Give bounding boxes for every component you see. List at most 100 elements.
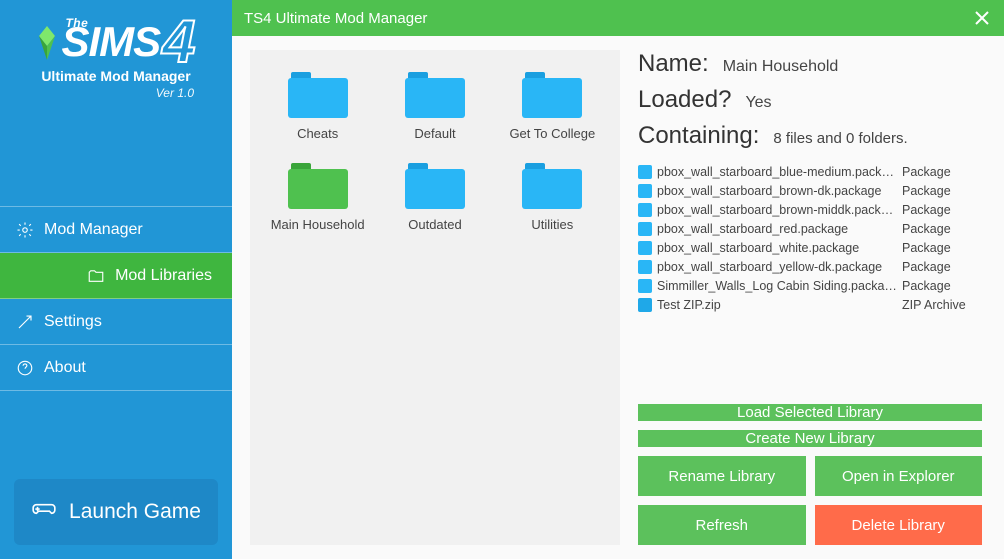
file-type: Package bbox=[902, 279, 982, 293]
rename-library-button[interactable]: Rename Library bbox=[638, 456, 806, 496]
nav-label: Mod Manager bbox=[44, 221, 143, 239]
window-title: TS4 Ultimate Mod Manager bbox=[244, 10, 427, 27]
load-library-button[interactable]: Load Selected Library bbox=[638, 404, 982, 421]
file-name: pbox_wall_starboard_white.package bbox=[657, 241, 897, 255]
file-row[interactable]: Test ZIP.zipZIP Archive bbox=[638, 295, 982, 314]
folder-icon bbox=[288, 163, 348, 209]
folder-icon bbox=[522, 72, 582, 118]
file-type: Package bbox=[902, 222, 982, 236]
plumbob-icon bbox=[37, 25, 57, 59]
logo-four: 4 bbox=[162, 18, 194, 66]
launch-label: Launch Game bbox=[69, 500, 201, 524]
package-icon bbox=[638, 241, 652, 255]
folder-label: Main Household bbox=[271, 217, 365, 232]
nav-label: Settings bbox=[44, 313, 102, 331]
actions-row-1: Rename Library Open in Explorer bbox=[638, 456, 982, 496]
detail-name-val: Main Household bbox=[723, 58, 839, 76]
gamepad-icon bbox=[31, 496, 57, 528]
wand-icon bbox=[16, 313, 34, 331]
package-icon bbox=[638, 222, 652, 236]
nav-label: About bbox=[44, 359, 86, 377]
close-icon bbox=[974, 10, 990, 26]
logo-area: The SIMS 4 Ultimate Mod Manager Ver 1.0 bbox=[0, 0, 232, 106]
detail-loaded-row: Loaded? Yes bbox=[638, 86, 982, 114]
file-type: ZIP Archive bbox=[902, 298, 982, 312]
detail-name-key: Name: bbox=[638, 50, 709, 78]
folder-label: Outdated bbox=[408, 217, 462, 232]
file-row[interactable]: pbox_wall_starboard_brown-dk.package Pack… bbox=[638, 181, 982, 200]
file-name: pbox_wall_starboard_blue-medium.package bbox=[657, 165, 897, 179]
library-folder[interactable]: Main Household bbox=[264, 163, 371, 232]
package-icon bbox=[638, 184, 652, 198]
file-name: pbox_wall_starboard_brown-dk.package bbox=[657, 184, 897, 198]
file-name: pbox_wall_starboard_brown-middk.packa... bbox=[657, 203, 897, 217]
launch-game-button[interactable]: Launch Game bbox=[14, 479, 218, 545]
titlebar: TS4 Ultimate Mod Manager bbox=[232, 0, 1004, 36]
file-name: pbox_wall_starboard_red.package bbox=[657, 222, 897, 236]
folder-grid: Cheats Default Get To College Main Househol… bbox=[264, 72, 606, 232]
file-type: Package bbox=[902, 184, 982, 198]
file-type: Package bbox=[902, 165, 982, 179]
library-folder[interactable]: Cheats bbox=[264, 72, 371, 141]
folder-label: Get To College bbox=[509, 126, 595, 141]
refresh-button[interactable]: Refresh bbox=[638, 505, 806, 545]
library-folder[interactable]: Utilities bbox=[499, 163, 606, 232]
nav-settings[interactable]: Settings bbox=[0, 299, 232, 345]
library-folder[interactable]: Get To College bbox=[499, 72, 606, 141]
logo-sims: SIMS 4 bbox=[37, 18, 194, 66]
main: TS4 Ultimate Mod Manager Cheats Default Ge… bbox=[232, 0, 1004, 559]
gear-icon bbox=[16, 221, 34, 239]
package-icon bbox=[638, 279, 652, 293]
nav-about[interactable]: About bbox=[0, 345, 232, 391]
file-list: pbox_wall_starboard_blue-medium.package P… bbox=[638, 162, 982, 314]
folder-icon bbox=[405, 163, 465, 209]
nav-mod-manager[interactable]: Mod Manager bbox=[0, 207, 232, 253]
logo-the: The bbox=[65, 16, 88, 30]
file-type: Package bbox=[902, 203, 982, 217]
file-row[interactable]: pbox_wall_starboard_blue-medium.package P… bbox=[638, 162, 982, 181]
folder-icon bbox=[288, 72, 348, 118]
file-row[interactable]: Simmiller_Walls_Log Cabin Siding.package… bbox=[638, 276, 982, 295]
delete-library-button[interactable]: Delete Library bbox=[815, 505, 983, 545]
folder-icon bbox=[87, 267, 105, 285]
file-name: pbox_wall_starboard_yellow-dk.package bbox=[657, 260, 897, 274]
zip-icon bbox=[638, 298, 652, 312]
file-type: Package bbox=[902, 241, 982, 255]
open-explorer-button[interactable]: Open in Explorer bbox=[815, 456, 983, 496]
detail-containing-key: Containing: bbox=[638, 122, 759, 150]
folder-panel: Cheats Default Get To College Main Househol… bbox=[250, 50, 620, 545]
nav: Mod Manager Mod Libraries Settings About bbox=[0, 206, 232, 391]
detail-loaded-val: Yes bbox=[745, 94, 771, 112]
actions-row-2: Refresh Delete Library bbox=[638, 505, 982, 545]
folder-label: Utilities bbox=[531, 217, 573, 232]
launch-area: Launch Game bbox=[0, 465, 232, 559]
file-row[interactable]: pbox_wall_starboard_red.package Package bbox=[638, 219, 982, 238]
library-folder[interactable]: Outdated bbox=[381, 163, 488, 232]
create-library-button[interactable]: Create New Library bbox=[638, 430, 982, 447]
file-name: Simmiller_Walls_Log Cabin Siding.package bbox=[657, 279, 897, 293]
library-folder[interactable]: Default bbox=[381, 72, 488, 141]
question-icon bbox=[16, 359, 34, 377]
content: Cheats Default Get To College Main Househol… bbox=[232, 36, 1004, 559]
nav-label: Mod Libraries bbox=[115, 267, 212, 285]
folder-icon bbox=[405, 72, 465, 118]
file-row[interactable]: pbox_wall_starboard_white.package Package bbox=[638, 238, 982, 257]
close-button[interactable] bbox=[972, 8, 992, 28]
detail-panel: Name: Main Household Loaded? Yes Contain… bbox=[620, 36, 1004, 559]
detail-containing-row: Containing: 8 files and 0 folders. bbox=[638, 122, 982, 150]
detail-loaded-key: Loaded? bbox=[638, 86, 731, 114]
file-row[interactable]: pbox_wall_starboard_yellow-dk.package Pac… bbox=[638, 257, 982, 276]
folder-icon bbox=[522, 163, 582, 209]
file-type: Package bbox=[902, 260, 982, 274]
package-icon bbox=[638, 260, 652, 274]
folder-label: Cheats bbox=[297, 126, 338, 141]
actions: Load Selected Library Create New Library… bbox=[638, 404, 982, 545]
logo-version: Ver 1.0 bbox=[10, 86, 222, 100]
package-icon bbox=[638, 203, 652, 217]
app-window: The SIMS 4 Ultimate Mod Manager Ver 1.0 … bbox=[0, 0, 1004, 559]
package-icon bbox=[638, 165, 652, 179]
file-row[interactable]: pbox_wall_starboard_brown-middk.packa...… bbox=[638, 200, 982, 219]
nav-mod-libraries[interactable]: Mod Libraries bbox=[0, 253, 232, 299]
app-logo: The SIMS 4 bbox=[37, 18, 194, 66]
detail-name-row: Name: Main Household bbox=[638, 50, 982, 78]
